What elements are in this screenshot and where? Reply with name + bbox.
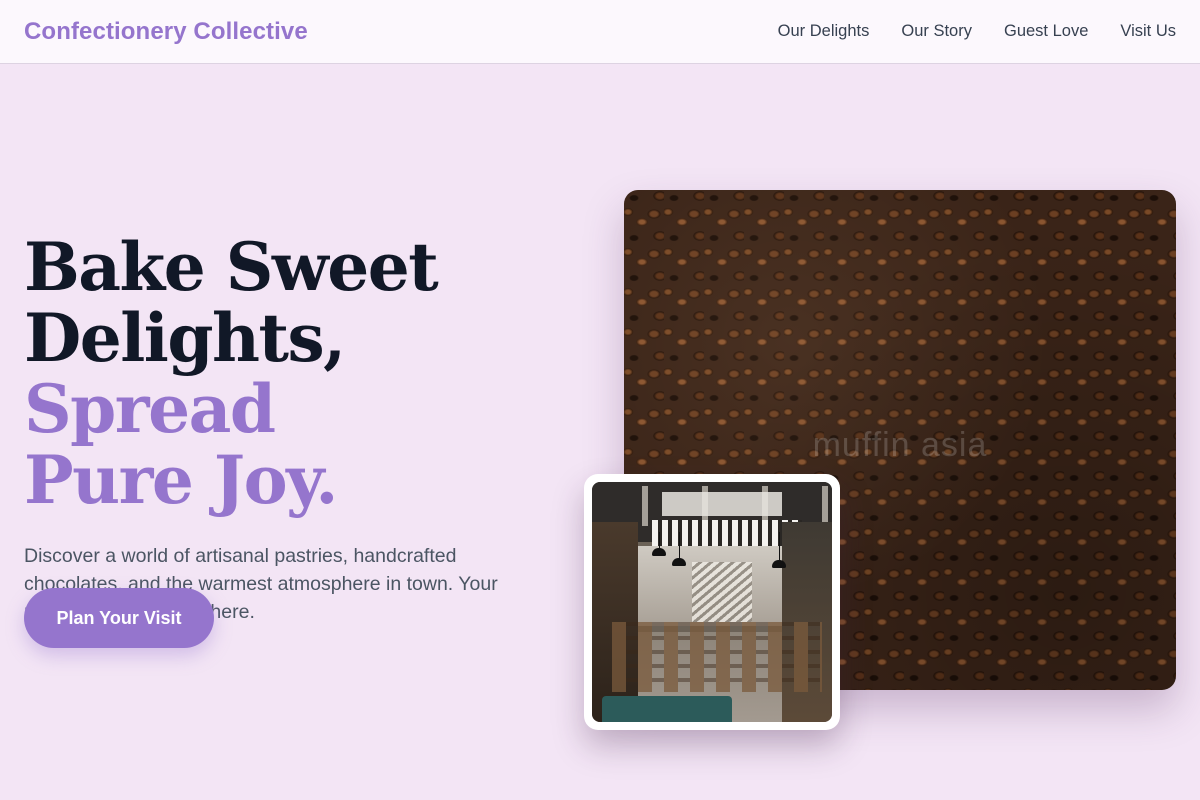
- lamp-cord: [779, 532, 780, 560]
- lamp-cord: [659, 532, 660, 548]
- cafe-photo-card: [584, 474, 840, 730]
- nav-link-our-delights[interactable]: Our Delights: [778, 22, 870, 41]
- pendant-lamp-icon: [672, 558, 686, 566]
- photo-sofa: [602, 696, 732, 722]
- nav-link-visit-us[interactable]: Visit Us: [1120, 22, 1176, 41]
- top-navbar: Confectionery Collective Our Delights Ou…: [0, 0, 1200, 64]
- photo-watermark: muffin asia: [812, 426, 988, 464]
- headline-line-1: Bake Sweet: [24, 228, 439, 306]
- nav-link-our-story[interactable]: Our Story: [901, 22, 972, 41]
- photo-tables: [612, 622, 822, 692]
- plan-visit-button[interactable]: Plan Your Visit: [24, 588, 214, 648]
- lamp-cord: [679, 532, 680, 558]
- nav-link-guest-love[interactable]: Guest Love: [1004, 22, 1088, 41]
- main-nav: Our Delights Our Story Guest Love Visit …: [778, 22, 1176, 41]
- hero-text-block: Bake Sweet Delights, Spread Pure Joy. Di…: [24, 232, 584, 626]
- headline-line-2-accent: Spread: [24, 370, 276, 448]
- headline-line-3-accent: Pure Joy.: [24, 441, 338, 519]
- hero-headline: Bake Sweet Delights, Spread Pure Joy.: [24, 232, 584, 516]
- photo-stairs: [692, 562, 752, 622]
- cafe-interior-photo: [592, 482, 832, 722]
- brand-logo[interactable]: Confectionery Collective: [24, 18, 308, 46]
- photo-skylight: [662, 492, 782, 516]
- pendant-lamp-icon: [652, 548, 666, 556]
- headline-line-2-dark: Delights,: [24, 299, 346, 377]
- pendant-lamp-icon: [772, 560, 786, 568]
